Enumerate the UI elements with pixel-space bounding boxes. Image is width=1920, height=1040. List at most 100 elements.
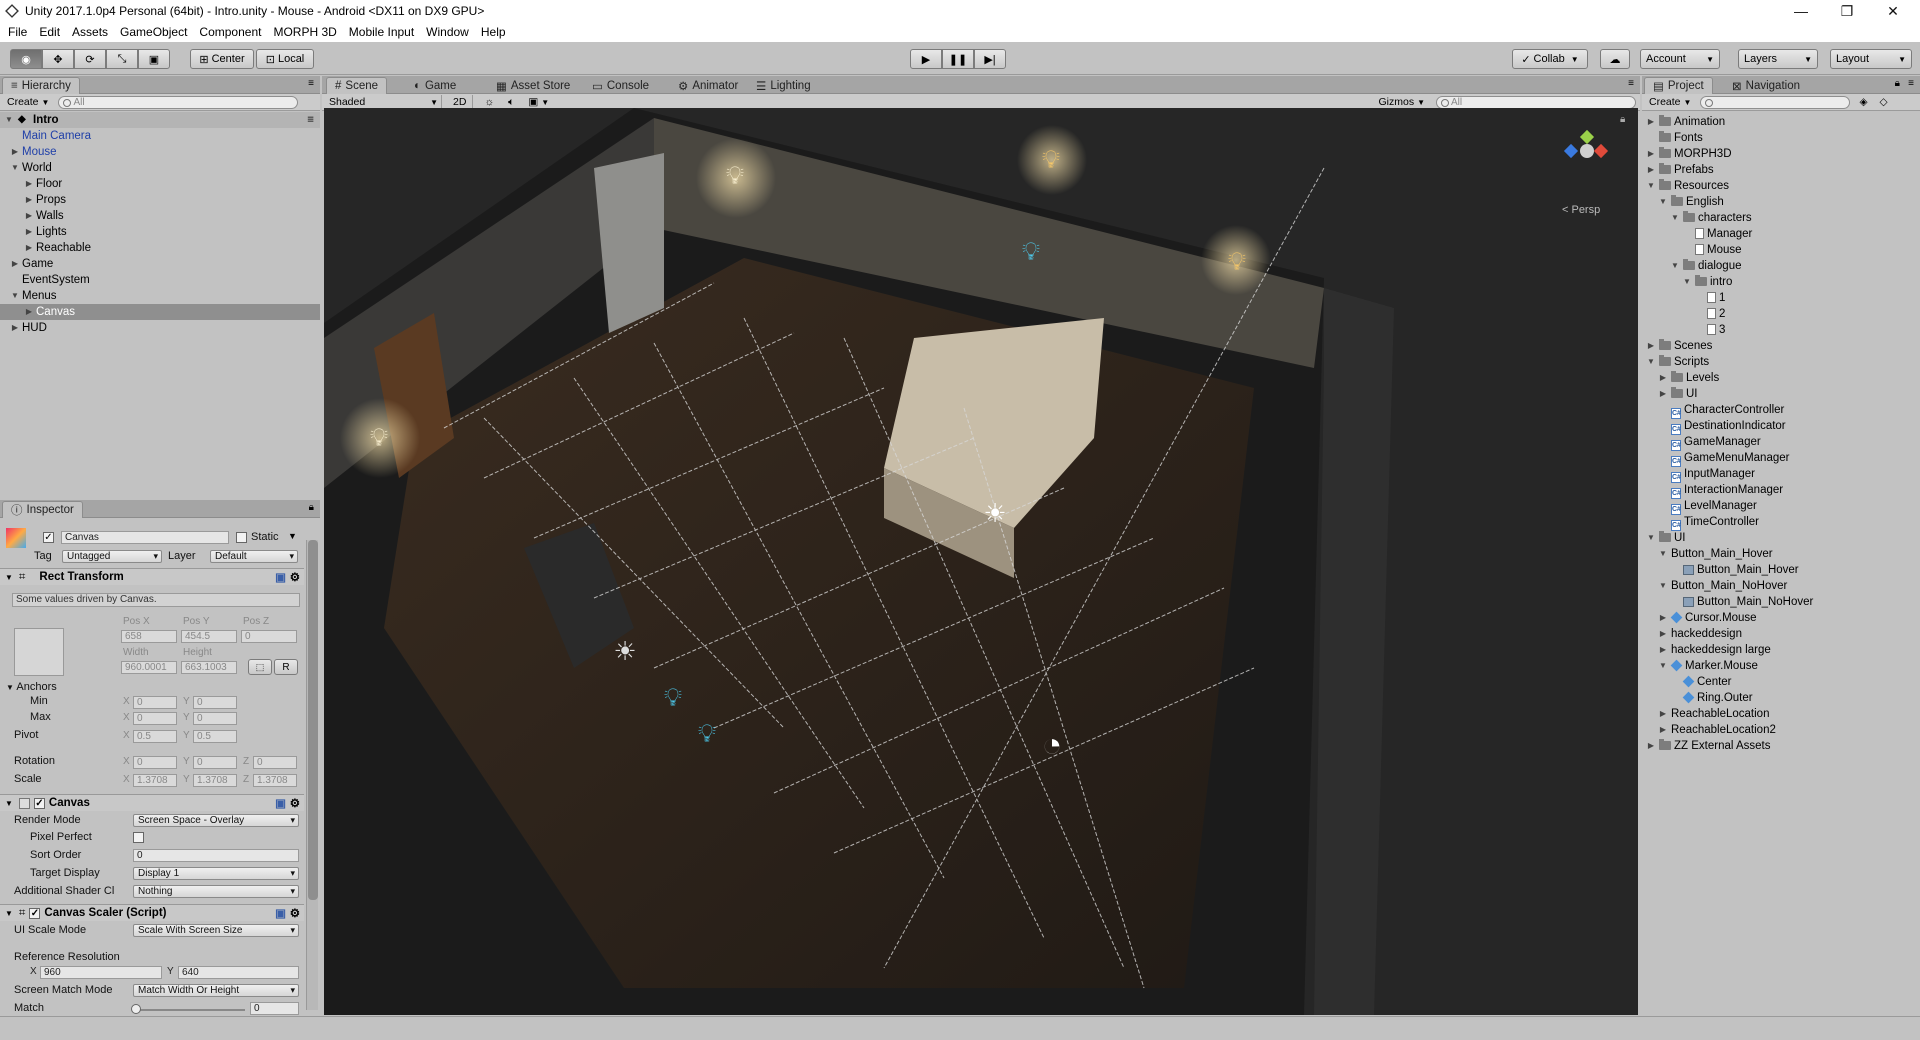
expand-arrow-icon[interactable]: ▶ — [24, 176, 34, 192]
anchor-presets-box[interactable] — [14, 628, 64, 676]
project-item[interactable]: Button_Main_Hover — [1642, 562, 1920, 578]
tab-scene[interactable]: # Scene — [326, 77, 388, 94]
rotate-tool-button[interactable]: ⟳ — [74, 49, 106, 69]
project-create-button[interactable]: Create ▼ — [1646, 95, 1694, 109]
hierarchy-item[interactable]: ▶ Mouse — [0, 144, 320, 160]
active-checkbox[interactable]: ✓ — [43, 532, 54, 543]
collapse-arrow-icon[interactable]: ▼ — [1658, 658, 1668, 674]
project-item[interactable]: C# InteractionManager — [1642, 482, 1920, 499]
gizmo-center[interactable] — [1580, 144, 1594, 158]
scene-menu-icon[interactable]: ≡ — [307, 112, 314, 128]
expand-arrow-icon[interactable]: ▶ — [1658, 370, 1668, 386]
hierarchy-item[interactable]: ▶ Canvas — [0, 304, 320, 320]
camera-gizmo-icon[interactable]: ◔ — [1032, 728, 1072, 772]
scene-header[interactable]: ▼ ◆ Intro ≡ — [0, 112, 320, 128]
expand-arrow-icon[interactable]: ▶ — [24, 224, 34, 240]
project-item[interactable]: ▼ UI — [1642, 530, 1920, 546]
expand-arrow-icon[interactable]: ▶ — [24, 192, 34, 208]
space-local-button[interactable]: ⊡ Local — [256, 49, 314, 69]
hierarchy-search-input[interactable]: All — [58, 95, 299, 109]
collapse-arrow-icon[interactable]: ▼ — [1658, 546, 1668, 562]
collapse-arrow-icon[interactable]: ▼ — [10, 160, 20, 176]
tab-project[interactable]: ▤ Project — [1644, 77, 1713, 94]
effects-dropdown-icon[interactable]: ▣ ▼ — [525, 95, 552, 109]
rect-tool-button[interactable]: ▣ — [138, 49, 170, 69]
close-button[interactable]: ✕ — [1870, 0, 1916, 22]
expand-arrow-icon[interactable]: ▶ — [1646, 114, 1656, 130]
directional-light-icon[interactable]: ☀ — [980, 500, 1010, 530]
scale-x-field[interactable]: 1.3708 — [133, 774, 177, 787]
collapse-arrow-icon[interactable]: ▼ — [5, 909, 13, 918]
point-light-icon[interactable]: 💡︎ — [658, 684, 688, 714]
ui-scale-mode-dropdown[interactable]: Scale With Screen Size — [133, 924, 299, 937]
static-dropdown-icon[interactable]: ▼ — [288, 531, 297, 541]
maximize-button[interactable]: ❐ — [1824, 0, 1870, 22]
tab-inspector[interactable]: ⓘ Inspector — [2, 501, 83, 518]
project-item[interactable]: Center — [1642, 674, 1920, 690]
raw-edit-button[interactable]: R — [274, 659, 298, 675]
project-item[interactable]: C# InputManager — [1642, 466, 1920, 483]
project-item[interactable]: Mouse — [1642, 242, 1920, 258]
target-display-dropdown[interactable]: Display 1 — [133, 867, 299, 880]
lock-icon[interactable]: 🔒︎ — [309, 502, 314, 513]
lighting-toggle-icon[interactable]: ☼ — [481, 95, 497, 109]
hierarchy-item[interactable]: ▶ Props — [0, 192, 320, 208]
hierarchy-item[interactable]: ▶ Walls — [0, 208, 320, 224]
tab-game[interactable]: ◐ Game — [406, 77, 464, 94]
scrollbar-thumb[interactable] — [308, 540, 318, 900]
canvas-enabled-checkbox[interactable]: ✓ — [33, 797, 45, 809]
project-item[interactable]: ▶ MORPH3D — [1642, 146, 1920, 162]
help-icon[interactable]: ▣ — [275, 570, 286, 584]
render-mode-dropdown[interactable]: Screen Space - Overlay — [133, 814, 299, 827]
project-item[interactable]: ▶ ReachableLocation2 — [1642, 722, 1920, 738]
match-value-field[interactable]: 0 — [250, 1002, 299, 1015]
expand-arrow-icon[interactable]: ▶ — [1658, 722, 1668, 738]
width-field[interactable]: 960.0001 — [121, 661, 177, 674]
filter-by-label-icon[interactable]: ◇ — [1877, 95, 1891, 109]
layer-dropdown[interactable]: Default — [210, 550, 298, 563]
point-light-icon[interactable]: 💡︎ — [364, 424, 394, 454]
scale-y-field[interactable]: 1.3708 — [193, 774, 237, 787]
anchor-min-x-field[interactable]: 0 — [133, 696, 177, 709]
point-light-icon[interactable]: 💡︎ — [1222, 248, 1252, 278]
collapse-arrow-icon[interactable]: ▼ — [5, 573, 13, 582]
collapse-arrow-icon[interactable]: ▼ — [1658, 578, 1668, 594]
project-item[interactable]: ▼ dialogue — [1642, 258, 1920, 274]
collapse-arrow-icon[interactable]: ▼ — [1682, 274, 1692, 290]
account-dropdown[interactable]: Account ▼ — [1640, 49, 1720, 69]
expand-arrow-icon[interactable]: ▶ — [1658, 610, 1668, 626]
project-search-input[interactable] — [1700, 95, 1851, 109]
project-item[interactable]: 1 — [1642, 290, 1920, 306]
project-item[interactable]: ▼ Button_Main_Hover — [1642, 546, 1920, 562]
point-light-icon[interactable]: 💡︎ — [692, 720, 722, 750]
help-icon[interactable]: ▣ — [275, 796, 286, 810]
anchors-arrow-icon[interactable]: ▼ — [6, 683, 14, 692]
object-name-field[interactable]: Canvas — [61, 531, 229, 544]
project-item[interactable]: ▼ Marker.Mouse — [1642, 658, 1920, 674]
orientation-gizmo[interactable] — [1556, 126, 1616, 186]
pixel-perfect-checkbox[interactable] — [133, 832, 144, 843]
tab-animator[interactable]: ⚙ Animator — [670, 77, 746, 94]
anchor-max-y-field[interactable]: 0 — [193, 712, 237, 725]
filter-by-type-icon[interactable]: ◈ — [1856, 95, 1870, 109]
hierarchy-item[interactable]: ▼ Menus — [0, 288, 320, 304]
step-button[interactable]: ▶| — [974, 49, 1006, 69]
pos-z-field[interactable]: 0 — [241, 630, 297, 643]
project-item[interactable]: ▼ Resources — [1642, 178, 1920, 194]
match-slider-track[interactable] — [133, 1009, 245, 1011]
menu-component[interactable]: Component — [193, 25, 267, 39]
project-item[interactable]: C# DestinationIndicator — [1642, 418, 1920, 435]
pause-button[interactable]: ❚❚ — [942, 49, 974, 69]
hierarchy-item[interactable]: ▼ World — [0, 160, 320, 176]
tab-console[interactable]: ▭ Console — [584, 77, 657, 94]
pos-y-field[interactable]: 454.5 — [181, 630, 237, 643]
rotation-x-field[interactable]: 0 — [133, 756, 177, 769]
project-item[interactable]: Fonts — [1642, 130, 1920, 146]
menu-gameobject[interactable]: GameObject — [114, 25, 193, 39]
pos-x-field[interactable]: 658 — [121, 630, 177, 643]
expand-arrow-icon[interactable]: ▶ — [1646, 338, 1656, 354]
expand-arrow-icon[interactable]: ▶ — [1646, 738, 1656, 754]
collapse-arrow-icon[interactable]: ▼ — [1670, 210, 1680, 226]
project-item[interactable]: ▼ Button_Main_NoHover — [1642, 578, 1920, 594]
scale-z-field[interactable]: 1.3708 — [253, 774, 297, 787]
